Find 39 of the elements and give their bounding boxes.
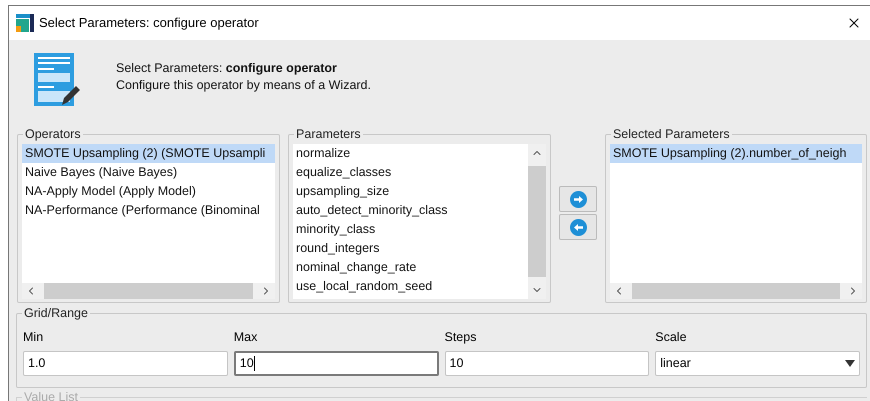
list-item[interactable]: round_integers [293, 239, 528, 258]
number-field[interactable]: 10 [444, 351, 650, 376]
header-subtitle: Configure this operator by means of a Wizard. [116, 77, 371, 94]
field-label: Max [234, 329, 258, 346]
list-item[interactable]: NA-Apply Model (Apply Model) [22, 182, 276, 201]
list-item[interactable]: equalize_classes [293, 163, 528, 182]
document-edit-icon [34, 53, 82, 108]
list-item[interactable]: SMOTE Upsampling (2).number_of_neigh [610, 144, 862, 163]
field-label: Scale [655, 329, 688, 346]
list-item[interactable]: SMOTE Upsampling (2) (SMOTE Upsampli [22, 144, 276, 163]
remove-button[interactable] [559, 214, 597, 240]
operators-list[interactable]: SMOTE Upsampling (2) (SMOTE Upsampli Naive Bayes (Naive Bayes) NA-Apply Model (Apply Model) NA-Performance (Performance (Binominal [22, 144, 276, 283]
window-title: Select Parameters: configure operator [39, 14, 259, 32]
list-item[interactable]: upsampling_size [293, 182, 528, 201]
field-label: Min [23, 329, 44, 346]
selected-parameters-list[interactable]: SMOTE Upsampling (2).number_of_neigh [610, 144, 862, 283]
parameters-list[interactable]: normalize equalize_classes upsampling_size auto_detect_minority_class minority_class round_integers nominal_change_rate use_local_random_seed [293, 144, 528, 299]
list-item[interactable]: Naive Bayes (Naive Bayes) [22, 163, 276, 182]
header-title: Select Parameters: configure operator [116, 60, 338, 77]
number-field[interactable]: 1.0 [23, 351, 228, 376]
list-item[interactable]: NA-Performance (Performance (Binominal [22, 201, 276, 220]
group-label: Grid/Range [22, 305, 90, 321]
group-label: Operators [23, 126, 83, 142]
scale-dropdown[interactable]: linear [655, 351, 860, 376]
list-item[interactable]: use_local_random_seed [293, 277, 528, 296]
list-item[interactable]: nominal_change_rate [293, 258, 528, 277]
list-item[interactable]: minority_class [293, 220, 528, 239]
list-item[interactable]: auto_detect_minority_class [293, 201, 528, 220]
vertical-scrollbar[interactable] [528, 144, 546, 299]
horizontal-scrollbar[interactable] [22, 283, 276, 299]
list-item[interactable]: normalize [293, 144, 528, 163]
app-logo-icon [16, 14, 34, 32]
number-field[interactable]: 10 [234, 351, 438, 376]
field-label: Steps [444, 329, 478, 346]
group-label: Value List [22, 389, 80, 401]
add-button[interactable] [559, 186, 597, 212]
text-cursor [254, 356, 255, 371]
horizontal-scrollbar[interactable] [610, 283, 862, 299]
dropdown-arrow-icon [845, 360, 855, 367]
